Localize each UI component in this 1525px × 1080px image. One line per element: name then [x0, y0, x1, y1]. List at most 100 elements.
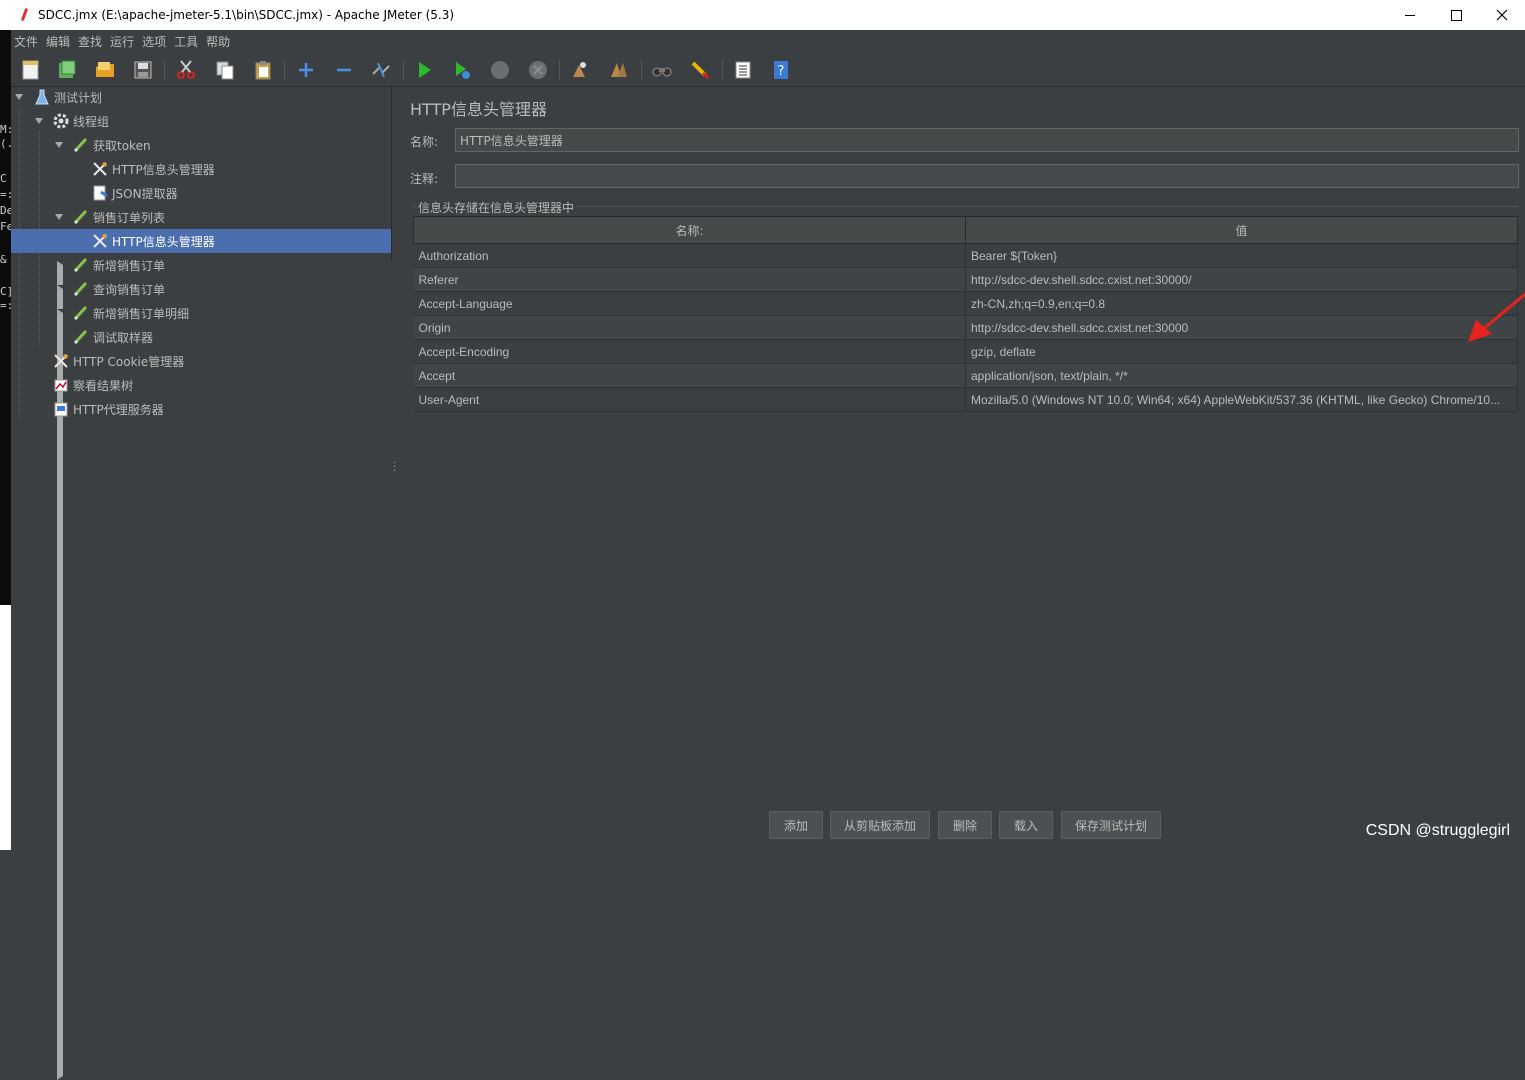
panel-title: HTTP信息头管理器: [410, 100, 547, 119]
table-row[interactable]: Accept-Language zh-CN,zh;q=0.9,en;q=0.8: [413, 291, 1518, 316]
save-icon[interactable]: [132, 59, 154, 81]
name-label: 名称:: [410, 135, 439, 149]
add-button[interactable]: 添加: [769, 811, 823, 839]
table-row[interactable]: User-Agent Mozilla/5.0 (Windows NT 10.0;…: [413, 387, 1518, 412]
search-icon[interactable]: [651, 59, 673, 81]
header-name-cell[interactable]: User-Agent: [413, 387, 966, 412]
tree-node-label: 测试计划: [54, 90, 103, 105]
header-name-cell[interactable]: Accept-Language: [413, 291, 966, 316]
table-row[interactable]: Accept application/json, text/plain, */*: [413, 363, 1518, 388]
column-header-name[interactable]: 名称:: [413, 216, 966, 244]
sampler-icon: [73, 305, 88, 321]
start-icon[interactable]: [413, 59, 435, 81]
minimize-button[interactable]: [1387, 0, 1433, 30]
tree-node-proxy-server[interactable]: HTTP代理服务器: [11, 397, 391, 421]
collapse-icon[interactable]: [333, 59, 355, 81]
menu-search[interactable]: 查找: [75, 33, 107, 50]
save-test-plan-button[interactable]: 保存测试计划: [1061, 811, 1161, 839]
tree-node-add-sales-order-detail[interactable]: 新增销售订单明细: [11, 301, 1188, 1080]
tree-node-label: JSON提取器: [112, 186, 178, 201]
menu-edit[interactable]: 编辑: [43, 33, 75, 50]
header-value-cell[interactable]: application/json, text/plain, */*: [965, 363, 1518, 388]
tree-node-label: 新增销售订单明细: [93, 306, 190, 321]
header-name-cell[interactable]: Accept: [413, 363, 966, 388]
delete-button[interactable]: 删除: [938, 811, 992, 839]
tree-node-debug-sampler[interactable]: 调试取样器: [11, 325, 391, 349]
tree-node-thread-group[interactable]: 线程组: [11, 109, 391, 133]
tree-node-label: HTTP信息头管理器: [112, 234, 215, 249]
function-helper-icon[interactable]: [732, 59, 754, 81]
jmeter-feather-icon: [16, 7, 32, 23]
load-button[interactable]: 载入: [999, 811, 1053, 839]
open-icon[interactable]: [94, 59, 116, 81]
clear-icon[interactable]: [569, 59, 591, 81]
menu-tools[interactable]: 工具: [171, 33, 203, 50]
table-row[interactable]: Referer http://sdcc-dev.shell.sdcc.cxist…: [413, 267, 1518, 292]
extractor-icon: [93, 185, 108, 201]
watermark: CSDN @strugglegirl: [1365, 822, 1510, 839]
button-bar: 添加 从剪贴板添加 删除 载入 保存测试计划: [400, 811, 1525, 841]
menu-options[interactable]: 选项: [139, 33, 171, 50]
header-value-cell[interactable]: gzip, deflate: [965, 339, 1518, 364]
name-field[interactable]: [455, 128, 1519, 152]
comment-field[interactable]: [455, 164, 1519, 188]
annotation-arrow-icon: [1468, 292, 1525, 342]
cut-icon[interactable]: [175, 59, 197, 81]
minimize-icon: [1405, 14, 1415, 16]
add-from-clipboard-button[interactable]: 从剪贴板添加: [830, 811, 930, 839]
terminal-line: &: [0, 253, 7, 266]
header-value-cell[interactable]: Bearer ${Token}: [965, 243, 1518, 268]
toggle-icon[interactable]: [370, 59, 392, 81]
tree-node-query-sales-order[interactable]: 查询销售订单: [11, 277, 1188, 1056]
tree-node-json-extractor[interactable]: JSON提取器: [11, 181, 391, 205]
paste-icon[interactable]: [252, 59, 274, 81]
menu-help[interactable]: 帮助: [203, 33, 235, 50]
clear-all-icon[interactable]: [608, 59, 630, 81]
header-name-cell[interactable]: Referer: [413, 267, 966, 292]
collapse-arrow-icon[interactable]: [55, 214, 63, 220]
table-row[interactable]: Origin http://sdcc-dev.shell.sdcc.cxist.…: [413, 315, 1518, 340]
tree-node-cookie-manager[interactable]: HTTP Cookie管理器: [11, 349, 391, 373]
terminal-line: Fe: [0, 220, 11, 233]
table-row[interactable]: Authorization Bearer ${Token}: [413, 243, 1518, 268]
tree-node-test-plan[interactable]: 测试计划: [11, 85, 391, 109]
new-icon[interactable]: [20, 59, 42, 81]
help-icon[interactable]: ?: [770, 59, 792, 81]
collapse-arrow-icon[interactable]: [15, 94, 23, 100]
header-value-cell[interactable]: Mozilla/5.0 (Windows NT 10.0; Win64; x64…: [965, 387, 1518, 412]
header-value-cell[interactable]: http://sdcc-dev.shell.sdcc.cxist.net:300…: [965, 315, 1518, 340]
group-title: 信息头存储在信息头管理器中: [416, 199, 577, 216]
shutdown-icon[interactable]: [527, 59, 549, 81]
start-no-pauses-icon[interactable]: [451, 59, 473, 81]
collapse-arrow-icon[interactable]: [35, 118, 43, 124]
window-title: SDCC.jmx (E:\apache-jmeter-5.1\bin\SDCC.…: [38, 8, 455, 22]
header-value-cell[interactable]: http://sdcc-dev.shell.sdcc.cxist.net:300…: [965, 267, 1518, 292]
menu-file[interactable]: 文件: [11, 33, 43, 50]
stop-icon[interactable]: [489, 59, 511, 81]
templates-icon[interactable]: [56, 59, 78, 81]
maximize-button[interactable]: [1433, 0, 1479, 30]
terminal-line: C: [0, 172, 7, 185]
copy-icon[interactable]: [214, 59, 236, 81]
tree-node-view-results-tree[interactable]: 察看结果树: [11, 373, 391, 397]
tree-node-sales-order-list[interactable]: 销售订单列表: [11, 205, 391, 229]
test-plan-icon: [35, 89, 49, 105]
collapse-arrow-icon[interactable]: [55, 142, 63, 148]
tree-node-header-manager-1[interactable]: HTTP信息头管理器: [11, 157, 391, 181]
column-header-value[interactable]: 值: [965, 216, 1518, 244]
reset-search-icon[interactable]: [689, 59, 711, 81]
tree-node-label: 调试取样器: [93, 330, 154, 345]
header-value-cell[interactable]: zh-CN,zh;q=0.9,en;q=0.8: [965, 291, 1518, 316]
header-name-cell[interactable]: Origin: [413, 315, 966, 340]
expand-icon[interactable]: [295, 59, 317, 81]
table-row[interactable]: Accept-Encoding gzip, deflate: [413, 339, 1518, 364]
tree-node-add-sales-order[interactable]: 新增销售订单: [11, 253, 1188, 1032]
menu-run[interactable]: 运行: [107, 33, 139, 50]
tree-node-get-token[interactable]: 获取token: [11, 133, 391, 157]
close-button[interactable]: [1479, 0, 1525, 30]
header-name-cell[interactable]: Authorization: [413, 243, 966, 268]
panel-splitter[interactable]: · · ·: [393, 459, 397, 477]
tree-node-header-manager-2[interactable]: HTTP信息头管理器: [11, 229, 391, 253]
header-name-cell[interactable]: Accept-Encoding: [413, 339, 966, 364]
terminal-line: C]: [0, 285, 11, 298]
